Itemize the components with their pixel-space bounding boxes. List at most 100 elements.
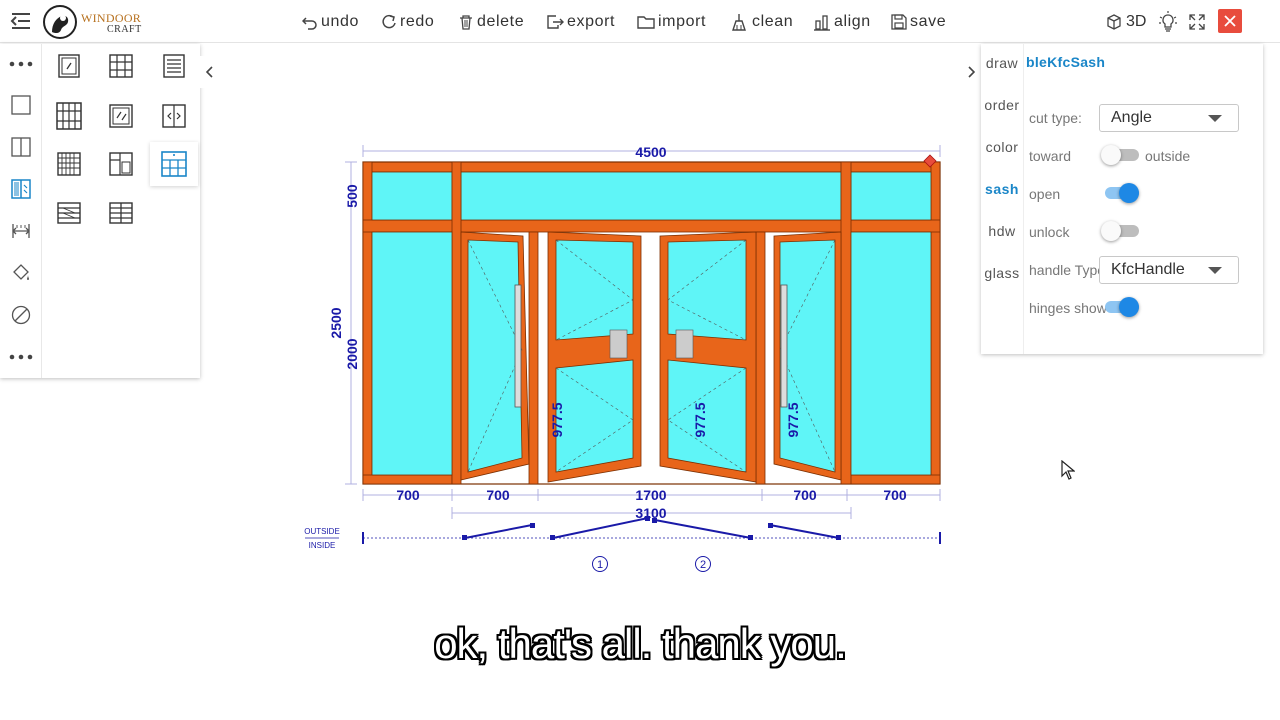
align-icon bbox=[814, 15, 830, 31]
tab-color[interactable]: color bbox=[981, 139, 1023, 155]
handle-type-value: KfcHandle bbox=[1111, 261, 1185, 278]
frame-icon[interactable] bbox=[9, 93, 33, 117]
dim-sash-1: 977.5 bbox=[549, 402, 565, 437]
sliding-sash-icon[interactable] bbox=[106, 101, 136, 131]
dim-bottom-4: 700 bbox=[793, 487, 817, 503]
more-dots-icon[interactable] bbox=[9, 52, 33, 76]
fullscreen-icon bbox=[1189, 14, 1205, 30]
dimension-icon[interactable] bbox=[9, 219, 33, 243]
broom-icon bbox=[732, 14, 746, 31]
inside-label: INSIDE bbox=[309, 541, 336, 550]
hinges-show-label: hinges show bbox=[1029, 300, 1107, 316]
clean-label: clean bbox=[752, 13, 794, 30]
app-logo: WINDOOR CRAFT bbox=[42, 4, 152, 40]
top-toolbar: WINDOOR CRAFT undo redo delete export im… bbox=[0, 0, 1280, 43]
louver-icon[interactable] bbox=[159, 51, 189, 81]
export-label: export bbox=[567, 13, 616, 30]
paint-bucket-icon[interactable] bbox=[9, 261, 33, 285]
shutter-grid-icon[interactable] bbox=[106, 198, 136, 228]
lightbulb-icon bbox=[1159, 11, 1177, 32]
dim-overall-width: 4500 bbox=[635, 144, 666, 160]
lightbulb-button[interactable] bbox=[1158, 9, 1178, 35]
sash-number-2: 2 bbox=[700, 559, 706, 571]
align-label: align bbox=[834, 13, 871, 30]
undo-label: undo bbox=[321, 13, 359, 30]
dim-lower-height: 2000 bbox=[344, 338, 360, 369]
redo-label: redo bbox=[400, 13, 435, 30]
toward-value-label: outside bbox=[1145, 148, 1191, 164]
mullion-icon[interactable] bbox=[9, 135, 33, 159]
dim-door-span: 3100 bbox=[635, 505, 666, 521]
handle-type-select[interactable]: KfcHandle bbox=[1099, 256, 1239, 284]
folder-icon bbox=[637, 16, 655, 29]
close-icon bbox=[1224, 15, 1236, 27]
tab-order[interactable]: order bbox=[981, 97, 1023, 113]
video-subtitle: ok, that's all. thank you. bbox=[434, 620, 847, 667]
cube-icon bbox=[1107, 14, 1121, 30]
dim-bottom-5: 700 bbox=[883, 487, 907, 503]
tab-hdw[interactable]: hdw bbox=[981, 223, 1023, 239]
disable-icon[interactable] bbox=[9, 303, 33, 327]
redo-icon bbox=[382, 14, 396, 29]
cut-type-select[interactable]: Angle bbox=[1099, 104, 1239, 132]
multi-panel-icon[interactable] bbox=[54, 101, 84, 131]
collapse-right-panel-button[interactable] bbox=[960, 56, 982, 88]
redo-button[interactable]: redo bbox=[381, 10, 434, 34]
shutter-icon[interactable] bbox=[54, 198, 84, 228]
double-door-icon[interactable] bbox=[159, 101, 189, 131]
tab-draw[interactable]: draw bbox=[981, 55, 1023, 71]
delete-label: delete bbox=[477, 13, 525, 30]
dim-bottom-1: 700 bbox=[396, 487, 420, 503]
more-dots-bottom-icon[interactable] bbox=[9, 345, 33, 369]
align-button[interactable]: align bbox=[813, 10, 871, 34]
chevron-down-icon bbox=[1208, 115, 1222, 122]
close-button[interactable] bbox=[1218, 9, 1242, 33]
logo-text-craft: CRAFT bbox=[107, 24, 142, 35]
tab-glass[interactable]: glass bbox=[981, 265, 1023, 281]
export-button[interactable]: export bbox=[546, 10, 615, 34]
dense-grid-icon[interactable] bbox=[54, 149, 84, 179]
window-drawing[interactable]: 4500 500 2500 2000 700 700 1700 700 700 … bbox=[290, 130, 970, 590]
view-3d-button[interactable]: 3D bbox=[1106, 9, 1146, 35]
dim-bottom-3: 1700 bbox=[635, 487, 666, 503]
sash-number-1: 1 bbox=[597, 559, 603, 571]
collapse-left-panel-button[interactable] bbox=[200, 56, 220, 88]
delete-button[interactable]: delete bbox=[458, 10, 524, 34]
cut-type-label: cut type: bbox=[1029, 110, 1082, 126]
undo-icon bbox=[302, 17, 317, 30]
toward-toggle[interactable] bbox=[1101, 143, 1139, 167]
trash-icon bbox=[460, 15, 472, 30]
menu-collapse-icon[interactable] bbox=[10, 11, 32, 31]
toward-label: toward bbox=[1029, 148, 1072, 164]
save-icon bbox=[891, 14, 907, 30]
tab-sash[interactable]: sash bbox=[981, 181, 1023, 197]
sash-icon[interactable] bbox=[9, 177, 33, 201]
chevron-left-icon bbox=[206, 66, 213, 78]
tab-divider bbox=[1023, 44, 1024, 354]
unlock-label: unlock bbox=[1029, 224, 1070, 240]
single-sash-icon[interactable] bbox=[54, 51, 84, 81]
dim-sash-2: 977.5 bbox=[692, 402, 708, 437]
import-label: import bbox=[658, 13, 707, 30]
chevron-down-icon bbox=[1208, 267, 1222, 274]
export-icon bbox=[547, 15, 564, 29]
hinges-show-toggle[interactable] bbox=[1101, 295, 1139, 319]
fold-sash-icon[interactable] bbox=[106, 149, 136, 179]
dim-bottom-2: 700 bbox=[486, 487, 510, 503]
fixed-grid-icon[interactable] bbox=[106, 51, 136, 81]
open-toggle[interactable] bbox=[1101, 181, 1139, 205]
left-rail bbox=[0, 44, 42, 378]
mouse-cursor-icon bbox=[1061, 460, 1075, 480]
fullscreen-button[interactable] bbox=[1189, 9, 1205, 35]
dim-total-height: 2500 bbox=[328, 307, 344, 338]
unlock-toggle[interactable] bbox=[1101, 219, 1139, 243]
panel-title: bleKfcSash bbox=[1026, 54, 1106, 70]
app-root: WINDOOR CRAFT undo redo delete export im… bbox=[0, 0, 1280, 720]
import-button[interactable]: import bbox=[637, 10, 706, 34]
kfc-sash-icon[interactable] bbox=[150, 142, 198, 186]
undo-button[interactable]: undo bbox=[302, 10, 359, 34]
clean-button[interactable]: clean bbox=[731, 10, 793, 34]
chevron-right-icon bbox=[968, 66, 975, 78]
dim-sash-3: 977.5 bbox=[785, 402, 801, 437]
save-button[interactable]: save bbox=[891, 10, 946, 34]
